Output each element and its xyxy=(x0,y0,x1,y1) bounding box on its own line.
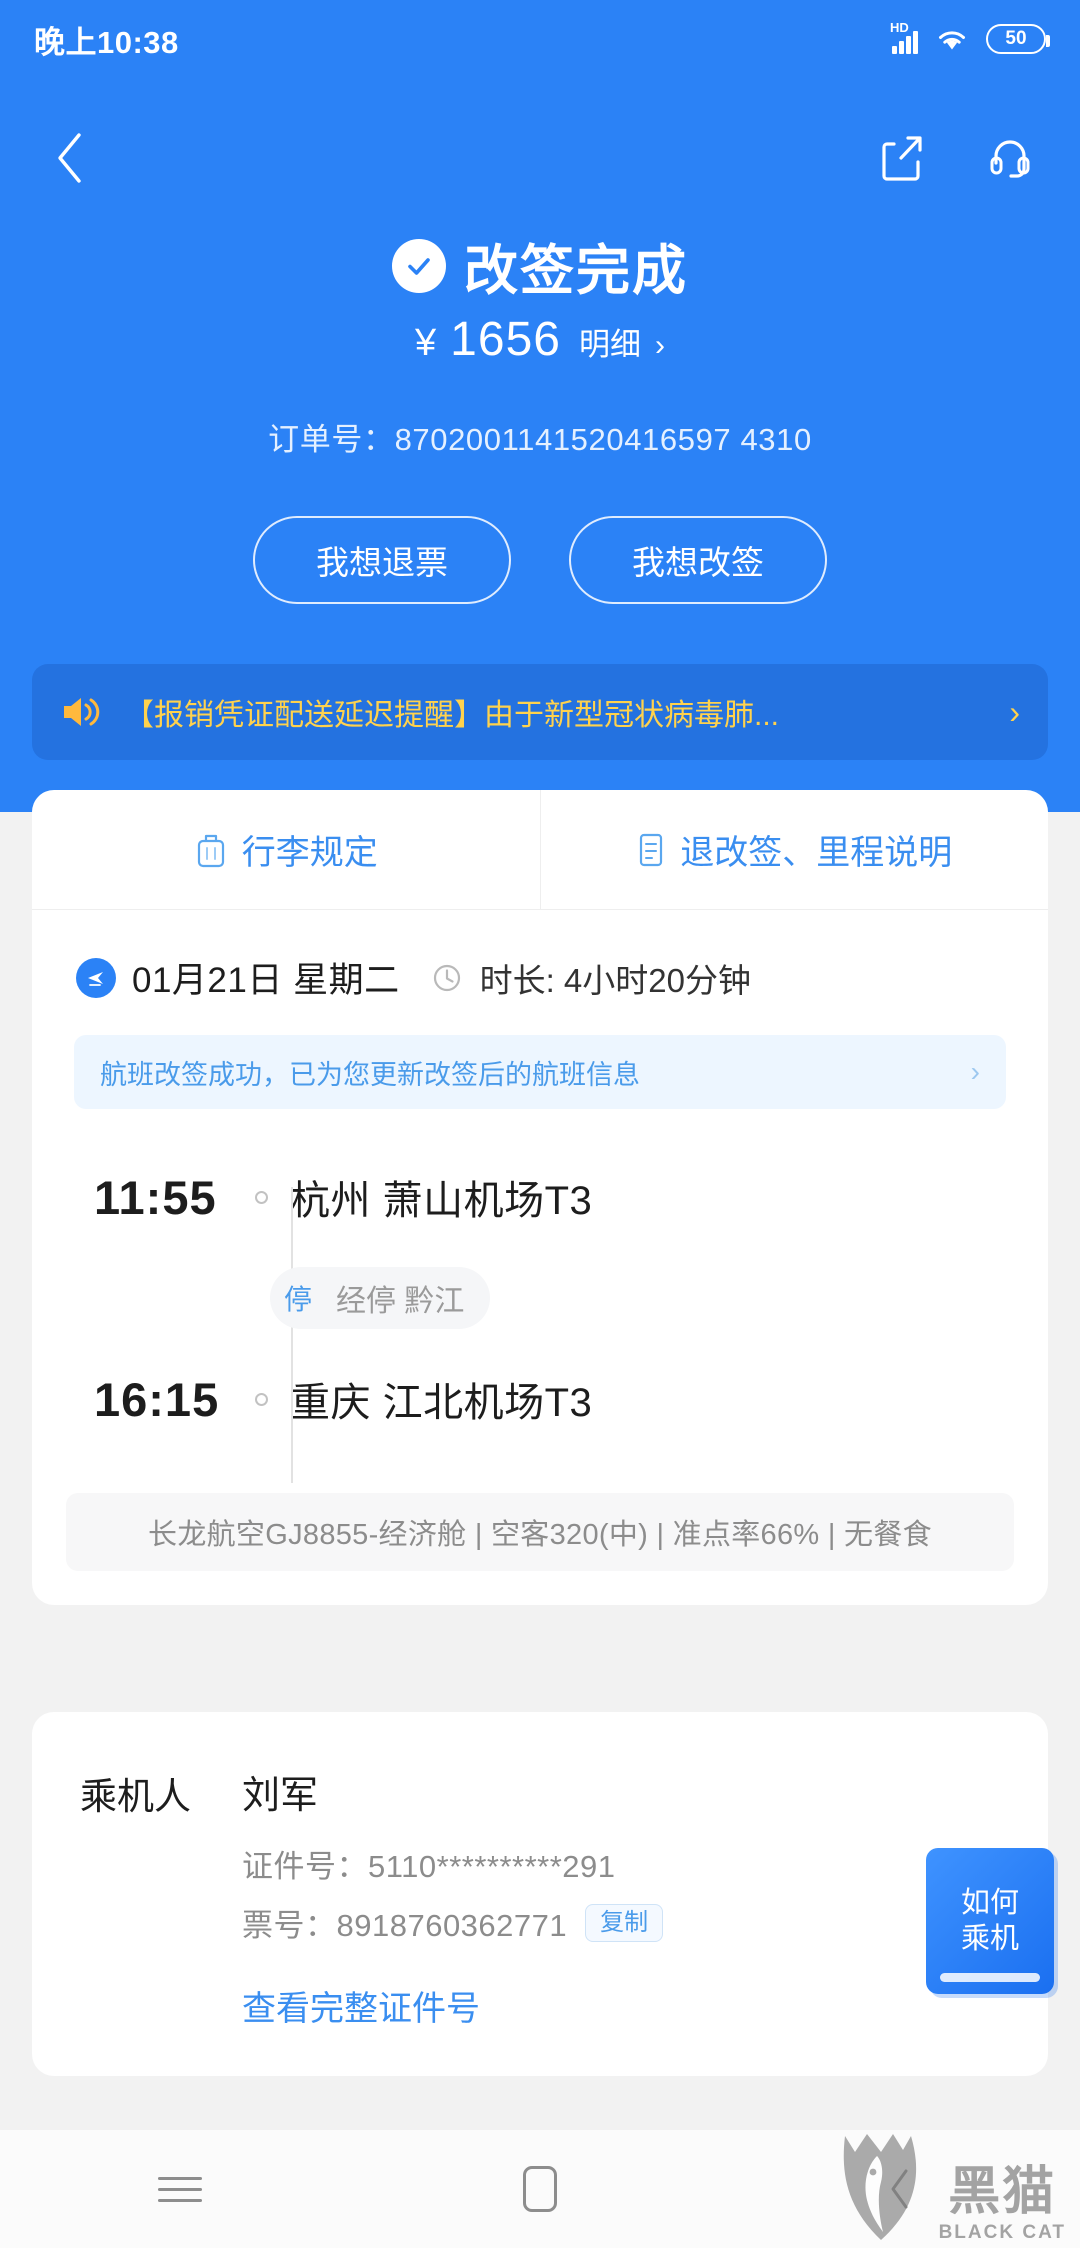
arrival-dot xyxy=(232,1392,290,1406)
airplane-icon xyxy=(76,957,116,998)
flight-duration: 时长: 4小时20分钟 xyxy=(479,961,751,999)
ticket-number: 票号：8918760362771 xyxy=(242,1908,568,1943)
headset-icon xyxy=(990,140,1030,178)
passenger-card: 乘机人 刘军 证件号：5110**********291 票号：89187603… xyxy=(32,1712,1054,2076)
page-title-row: 改签完成 xyxy=(0,226,1080,305)
status-bar-time: 晚上10:38 xyxy=(34,24,179,60)
flight-card-tabs: 行李规定 退改签、里程说明 xyxy=(32,790,1048,910)
menu-icon xyxy=(158,2169,202,2210)
hd-label: HD xyxy=(890,20,909,35)
flight-date-row: 01月21日 星期二 时长: 4小时20分钟 xyxy=(32,910,1048,1003)
home-icon xyxy=(523,2166,557,2212)
chevron-right-icon: › xyxy=(1009,693,1020,730)
watermark-text: 黑猫 BLACK CAT xyxy=(939,2166,1066,2244)
status-bar-icons: HD 50 xyxy=(890,20,1050,54)
notice-banner[interactable]: 【报销凭证配送延迟提醒】由于新型冠状病毒肺... › xyxy=(32,664,1048,760)
document-list-icon xyxy=(640,833,663,866)
passenger-details: 刘军 证件号：5110**********291 票号：891876036277… xyxy=(242,1764,1000,1945)
chevron-right-icon: › xyxy=(970,1056,980,1087)
share-button[interactable] xyxy=(874,130,930,186)
passenger-id-number: 证件号：5110**********291 xyxy=(242,1849,616,1884)
flight-date: 01月21日 星期二 xyxy=(132,961,400,1000)
how-to-board-badge[interactable]: 如何 乘机 xyxy=(926,1848,1054,1994)
stopover-row: 停 经停 黔江 xyxy=(32,1261,1048,1335)
flight-info: 长龙航空GJ8855-经济舱 | 空客320(中) | 准点率66% | 无餐食 xyxy=(66,1493,1014,1571)
watermark-cn: 黑猫 xyxy=(948,2163,1057,2221)
nav-menu-button[interactable] xyxy=(0,2169,360,2210)
signal-icon: HD xyxy=(890,20,918,54)
share-icon xyxy=(882,136,922,181)
page-title: 改签完成 xyxy=(464,241,688,301)
arrival-time: 16:15 xyxy=(94,1372,220,1426)
how-to-board-line1: 如何 xyxy=(960,1886,1019,1919)
ticket-number-row: 票号：8918760362771 复制 xyxy=(242,1900,1000,1945)
clock-icon xyxy=(430,961,464,995)
nav-bar xyxy=(0,110,1080,206)
arrival-place: 重庆 江北机场T3 xyxy=(290,1381,593,1425)
stopover-chip: 停 经停 黔江 xyxy=(270,1267,491,1329)
stopover-badge: 停 xyxy=(283,1284,312,1315)
tab-luggage-rules[interactable]: 行李规定 xyxy=(32,790,540,909)
watermark-en: BLACK CAT xyxy=(938,2222,1066,2243)
how-to-board-line2: 乘机 xyxy=(960,1923,1019,1955)
battery-level: 50 xyxy=(1005,28,1027,49)
order-number: 订单号：8702001141520416597 4310 xyxy=(268,422,812,457)
clock-glyph xyxy=(433,964,460,991)
flight-card: 行李规定 退改签、里程说明 01月21日 星期二 时长: 4小时20分钟 航班改… xyxy=(32,790,1048,1605)
chevron-left-icon xyxy=(58,133,81,183)
hero-header: 晚上10:38 HD 50 改签完成 ¥ 1656 明细 › 订单号：87020… xyxy=(0,0,1080,812)
price-amount: 1656 xyxy=(450,313,561,366)
price-row[interactable]: ¥ 1656 明细 › xyxy=(0,312,1080,367)
nav-actions xyxy=(874,130,1038,186)
back-button[interactable] xyxy=(42,130,98,186)
departure-row: 11:55 杭州 萧山机场T3 xyxy=(32,1149,1048,1245)
currency-symbol: ¥ xyxy=(415,322,437,364)
passenger-name: 刘军 xyxy=(242,1775,319,1817)
arrival-row: 16:15 重庆 江北机场T3 xyxy=(32,1351,1048,1447)
tab-label: 行李规定 xyxy=(241,834,378,872)
change-success-text: 航班改签成功，已为您更新改签后的航班信息 xyxy=(100,1059,640,1090)
watermark: 黑猫 BLACK CAT xyxy=(837,2132,1066,2244)
refund-button[interactable]: 我想退票 xyxy=(253,516,511,604)
passenger-row: 乘机人 刘军 证件号：5110**********291 票号：89187603… xyxy=(32,1764,1054,1994)
tab-label: 退改签、里程说明 xyxy=(680,834,953,872)
change-ticket-button[interactable]: 我想改签 xyxy=(569,516,827,604)
change-success-notice[interactable]: 航班改签成功，已为您更新改签后的航班信息 › xyxy=(74,1035,1006,1109)
battery-icon: 50 xyxy=(986,24,1050,54)
black-cat-logo-icon xyxy=(843,2134,916,2240)
passenger-label: 乘机人 xyxy=(80,1776,191,1817)
tab-refund-change-rules[interactable]: 退改签、里程说明 xyxy=(539,790,1049,909)
copy-button[interactable]: 复制 xyxy=(585,1903,664,1942)
segment-connector-line xyxy=(291,1187,293,1483)
support-button[interactable] xyxy=(982,130,1038,186)
airplane-glyph xyxy=(88,971,103,986)
departure-dot xyxy=(232,1190,290,1204)
check-mark-icon xyxy=(408,257,430,275)
luggage-icon xyxy=(197,834,224,867)
chevron-right-icon: › xyxy=(654,329,665,362)
header-action-buttons: 我想退票 我想改签 xyxy=(0,516,1080,604)
status-bar: 晚上10:38 HD 50 xyxy=(0,0,1080,78)
price-detail-label[interactable]: 明细 xyxy=(579,319,641,364)
stopover-text: 经停 黔江 xyxy=(336,1285,465,1318)
wifi-icon xyxy=(939,31,965,50)
departure-time: 11:55 xyxy=(94,1170,217,1224)
nav-home-button[interactable] xyxy=(360,2166,720,2212)
speaker-icon xyxy=(64,698,100,726)
flight-segments: 11:55 杭州 萧山机场T3 停 经停 黔江 16:15 重庆 江北机场T3 xyxy=(32,1109,1048,1483)
check-circle-icon xyxy=(392,238,446,293)
notice-text: 【报销凭证配送延迟提醒】由于新型冠状病毒肺... xyxy=(124,699,780,732)
departure-place: 杭州 萧山机场T3 xyxy=(290,1179,593,1223)
